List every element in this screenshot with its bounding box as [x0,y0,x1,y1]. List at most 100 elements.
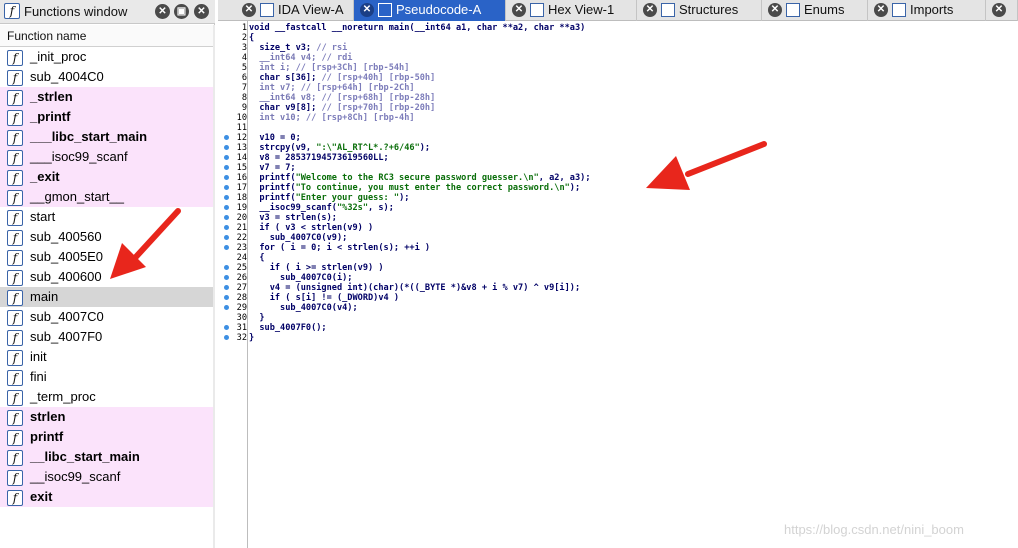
function-row[interactable]: f strlen [0,407,213,427]
code-line[interactable]: 15 v7 = 7; [218,163,1018,173]
function-name: __gmon_start__ [30,189,124,204]
code-text: v8 = 28537194573619560LL; [249,153,389,163]
code-line[interactable]: 5 int i; // [rsp+3Ch] [rbp-54h] [218,63,1018,73]
function-row[interactable]: f _printf [0,107,213,127]
function-icon: f [7,390,23,406]
code-line[interactable]: 12 v10 = 0; [218,133,1018,143]
function-row[interactable]: f start [0,207,213,227]
line-number: 14 [236,153,247,163]
close-tab-icon[interactable]: ✕ [242,3,256,17]
code-line[interactable]: 2{ [218,33,1018,43]
function-row[interactable]: f sub_4007F0 [0,327,213,347]
function-row[interactable]: f exit [0,487,213,507]
function-row[interactable]: f _strlen [0,87,213,107]
graph-icon [260,3,274,17]
code-line[interactable]: 29 sub_4007C0(v4); [218,303,1018,313]
tab-pseudocode-a[interactable]: ✕ Pseudocode-A [354,0,506,21]
code-line[interactable]: 4 __int64 v4; // rdi [218,53,1018,63]
function-row[interactable]: f init [0,347,213,367]
code-line[interactable]: 16 printf("Welcome to the RC3 secure pas… [218,173,1018,183]
tab-overflow[interactable]: ✕ [986,0,1018,21]
code-line[interactable]: 27 v4 = (unsigned int)(char)(*((_BYTE *)… [218,283,1018,293]
function-icon-wrap: f [7,309,23,327]
close-tab-icon[interactable]: ✕ [512,3,526,17]
close-tab-icon[interactable]: ✕ [992,3,1006,17]
function-icon-wrap: f [7,289,23,307]
function-icon: f [7,190,23,206]
close-tab-icon[interactable]: ✕ [360,3,374,17]
code-line[interactable]: 11 [218,123,1018,133]
tab-structures[interactable]: ✕ Structures [637,0,762,21]
hex-icon [530,3,544,17]
code-line[interactable]: 1 void __fastcall __noreturn main(__int64… [218,23,1018,33]
restore-icon[interactable]: ▣ [174,4,189,19]
scrollbar[interactable] [213,25,215,548]
function-row[interactable]: f sub_400560 [0,227,213,247]
line-number: 21 [236,223,247,233]
line-number: 2 [241,33,247,43]
code-line[interactable]: 23 for ( i = 0; i < strlen(s); ++i ) [218,243,1018,253]
function-row[interactable]: f _exit [0,167,213,187]
tab-enums[interactable]: ✕ Enums [762,0,868,21]
function-icon: f [7,350,23,366]
code-line[interactable]: 6 char s[36]; // [rsp+40h] [rbp-50h] [218,73,1018,83]
close-window-icon[interactable]: ✕ [194,4,209,19]
tab-imports[interactable]: ✕ Imports [868,0,986,21]
code-line[interactable]: 17 printf("To continue, you must enter t… [218,183,1018,193]
code-line[interactable]: 19 __isoc99_scanf("%32s", s); [218,203,1018,213]
code-line[interactable]: 24 { [218,253,1018,263]
tab-hex-view-1[interactable]: ✕ Hex View-1 [506,0,637,21]
code-line[interactable]: 32} [218,333,1018,343]
tab-label: Enums [804,2,845,17]
code-line[interactable]: 3 size_t v3; // rsi [218,43,1018,53]
close-tab-icon[interactable]: ✕ [643,3,657,17]
code-line[interactable]: 13 strcpy(v9, ":\"AL_RT^L*.?+6/46"); [218,143,1018,153]
function-row[interactable]: f sub_4007C0 [0,307,213,327]
code-line[interactable]: 14 v8 = 28537194573619560LL; [218,153,1018,163]
function-row[interactable]: f ___isoc99_scanf [0,147,213,167]
column-header-function-name[interactable]: Function name [0,25,215,47]
function-row[interactable]: f _init_proc [0,47,213,67]
function-row[interactable]: f __gmon_start__ [0,187,213,207]
code-line[interactable]: 9 char v9[8]; // [rsp+70h] [rbp-20h] [218,103,1018,113]
code-line[interactable]: 21 if ( v3 < strlen(v9) ) [218,223,1018,233]
code-line[interactable]: 10 int v10; // [rsp+8Ch] [rbp-4h] [218,113,1018,123]
function-row[interactable]: f fini [0,367,213,387]
code-line[interactable]: 7 int v7; // [rsp+64h] [rbp-2Ch] [218,83,1018,93]
function-name: start [30,209,56,224]
pseudocode-view[interactable]: 1 void __fastcall __noreturn main(__int64… [218,21,1018,548]
function-row[interactable]: f _term_proc [0,387,213,407]
code-text: char v9[8]; // [rsp+70h] [rbp-20h] [249,103,436,113]
function-icon-wrap: f [7,389,23,407]
tab-ida-view-a[interactable]: ✕ IDA View-A [236,0,354,21]
code-line[interactable]: 22 sub_4007C0(v9); [218,233,1018,243]
code-line[interactable]: 8 __int64 v8; // [rsp+68h] [rbp-28h] [218,93,1018,103]
function-icon-wrap: f [7,469,23,487]
code-line[interactable]: 25 if ( i >= strlen(v9) ) [218,263,1018,273]
close-icon[interactable]: ✕ [155,4,170,19]
close-tab-icon[interactable]: ✕ [768,3,782,17]
code-text: for ( i = 0; i < strlen(s); ++i ) [249,243,431,253]
function-row[interactable]: f main [0,287,213,307]
function-row[interactable]: f ___libc_start_main [0,127,213,147]
code-line[interactable]: 30 } [218,313,1018,323]
function-row[interactable]: f sub_4005E0 [0,247,213,267]
code-line[interactable]: 31 sub_4007F0(); [218,323,1018,333]
function-row[interactable]: f printf [0,427,213,447]
function-row[interactable]: f sub_4004C0 [0,67,213,87]
function-row[interactable]: f __isoc99_scanf [0,467,213,487]
function-row[interactable]: f sub_400600 [0,267,213,287]
code-line[interactable]: 28 if ( s[i] != (_DWORD)v4 ) [218,293,1018,303]
function-name: exit [30,489,53,504]
code-line[interactable]: 18 printf("Enter your guess: "); [218,193,1018,203]
close-tab-icon[interactable]: ✕ [874,3,888,17]
code-line[interactable]: 20 v3 = strlen(s); [218,213,1018,223]
line-number: 19 [236,203,247,213]
code-text: if ( s[i] != (_DWORD)v4 ) [249,293,400,303]
function-name: sub_4005E0 [30,249,104,264]
function-icon-wrap: f [7,109,23,127]
function-row[interactable]: f __libc_start_main [0,447,213,467]
function-name: strlen [30,409,66,424]
line-number: 10 [236,113,247,123]
code-line[interactable]: 26 sub_4007C0(i); [218,273,1018,283]
